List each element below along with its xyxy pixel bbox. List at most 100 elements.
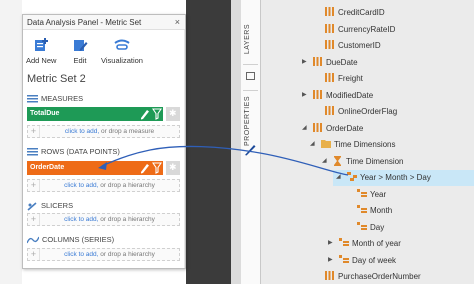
tree-item[interactable]: OnlineOrderFlag: [261, 104, 474, 120]
plus-icon[interactable]: +: [28, 249, 40, 260]
tree-item-label: Month of year: [352, 239, 401, 248]
tree-item-label: Month: [370, 206, 393, 215]
tab-layers[interactable]: LAYERS: [244, 24, 251, 54]
column-icon: [313, 89, 322, 101]
add-new-icon: [35, 38, 48, 51]
plus-icon[interactable]: +: [28, 180, 40, 191]
slicers-add-link[interactable]: click to add,: [64, 216, 98, 223]
tree-item-label: Time Dimension: [346, 156, 404, 166]
pencil-icon[interactable]: [140, 108, 150, 120]
measures-drop-zone[interactable]: + click to add, or drop a measure: [27, 125, 180, 138]
plus-icon[interactable]: +: [28, 126, 40, 137]
add-new-button[interactable]: Add New: [26, 37, 56, 65]
tree-item[interactable]: ◢ Year > Month > Day: [333, 170, 474, 186]
tree-item[interactable]: CustomerID: [261, 38, 474, 54]
tree-item[interactable]: ▶ Day of week: [261, 253, 474, 269]
metric-set-name: Metric Set 2: [27, 73, 86, 85]
row-item-label: OrderDate: [30, 164, 65, 171]
hierarchy-icon: [347, 172, 358, 183]
rows-section-header: ROWS (DATA POINTS): [27, 147, 120, 156]
tree-item[interactable]: CurrencyRateID: [261, 22, 474, 38]
side-tab-strip: LAYERS PROPERTIES: [241, 0, 261, 284]
tree-item[interactable]: ◢ Time Dimension: [261, 154, 474, 170]
row-item-orderdate[interactable]: OrderDate ✱: [27, 161, 180, 175]
expand-arrow-icon[interactable]: ▶: [302, 91, 307, 98]
column-icon: [325, 23, 334, 35]
tree-item-label: Year: [370, 189, 387, 199]
column-icon: [325, 271, 334, 282]
slicers-icon: [27, 201, 37, 211]
tree-item[interactable]: ◢ OrderDate: [261, 121, 474, 137]
collapse-arrow-icon[interactable]: ◢: [336, 173, 341, 180]
tree-item-label: Freight: [338, 74, 363, 83]
tree-item-label: CustomerID: [338, 41, 381, 50]
level-icon: [339, 238, 349, 249]
row-settings-button[interactable]: ✱: [166, 161, 180, 175]
collapse-arrow-icon[interactable]: ◢: [302, 124, 307, 131]
tree-item[interactable]: ▶ ModifiedDate: [261, 88, 474, 104]
visualization-button[interactable]: Visualization: [99, 37, 145, 65]
columns-drop-zone[interactable]: + click to add, or drop a hierarchy: [27, 248, 180, 261]
tree-item[interactable]: ▶ Month of year: [261, 236, 474, 252]
tab-divider: [243, 64, 258, 65]
folder-icon: [321, 139, 331, 150]
column-icon: [325, 7, 334, 18]
tree-item-label: Day of week: [352, 255, 397, 265]
measure-item-totaldue[interactable]: TotalDue ✱: [27, 107, 180, 121]
pencil-icon[interactable]: [244, 143, 257, 156]
filter-icon[interactable]: [152, 162, 162, 174]
filter-icon[interactable]: [152, 108, 162, 120]
panel-scrollbar[interactable]: [184, 30, 185, 268]
tree-item[interactable]: CreditCardID: [261, 5, 474, 21]
tree-item[interactable]: Month: [261, 203, 474, 219]
expand-arrow-icon[interactable]: ▶: [328, 239, 333, 246]
plus-icon[interactable]: +: [28, 214, 40, 225]
collapse-arrow-icon[interactable]: ◢: [310, 140, 315, 147]
measure-settings-button[interactable]: ✱: [166, 107, 180, 121]
field-tree: CreditCardID CurrencyRateID CustomerID ▶ Due…: [261, 0, 474, 284]
close-icon[interactable]: ×: [175, 17, 180, 27]
slicers-drop-text: click to add, or drop a hierarchy: [40, 216, 179, 223]
background-left: [0, 0, 22, 284]
tree-item-label: DueDate: [326, 57, 358, 67]
slicers-drop-hint: or drop a hierarchy: [98, 216, 155, 223]
level-icon: [339, 254, 349, 266]
tree-item[interactable]: ▶ DueDate: [261, 55, 474, 71]
tab-properties[interactable]: PROPERTIES: [244, 96, 251, 146]
edit-label: Edit: [73, 56, 87, 65]
expand-arrow-icon[interactable]: ▶: [302, 58, 307, 65]
canvas-dark-area: [186, 0, 231, 284]
rows-drop-zone[interactable]: + click to add, or drop a hierarchy: [27, 179, 180, 192]
columns-add-link[interactable]: click to add,: [64, 251, 98, 258]
tree-item[interactable]: ◢ Time Dimensions: [261, 137, 474, 153]
expand-arrow-icon[interactable]: ▶: [328, 256, 333, 263]
tree-item[interactable]: Freight: [261, 71, 474, 87]
columns-drop-text: click to add, or drop a hierarchy: [40, 251, 179, 258]
tree-item[interactable]: Year: [261, 187, 474, 203]
rows-drop-text: click to add, or drop a hierarchy: [40, 182, 179, 189]
tree-item-label: Time Dimensions: [334, 140, 396, 149]
slicers-drop-zone[interactable]: + click to add, or drop a hierarchy: [27, 213, 180, 226]
measure-item-label: TotalDue: [30, 110, 60, 117]
tree-item[interactable]: PurchaseOrderNumber: [261, 269, 474, 284]
panel-title: Data Analysis Panel - Metric Set: [27, 18, 142, 27]
pencil-icon[interactable]: [140, 162, 150, 174]
series-icon: [26, 236, 40, 244]
canvas-splitter[interactable]: [231, 0, 241, 284]
rows-drop-hint: or drop a hierarchy: [98, 182, 155, 189]
tree-item[interactable]: Day: [261, 220, 474, 236]
slicers-section-header: SLICERS: [27, 201, 73, 211]
column-icon: [325, 73, 334, 84]
visualization-label: Visualization: [101, 56, 143, 65]
edit-button[interactable]: Edit: [67, 37, 93, 65]
tree-item-label: PurchaseOrderNumber: [338, 272, 421, 281]
monitor-icon[interactable]: [246, 72, 255, 80]
collapse-arrow-icon[interactable]: ◢: [322, 157, 327, 164]
measures-add-link[interactable]: click to add,: [65, 128, 99, 135]
panel-title-bar[interactable]: Data Analysis Panel - Metric Set ×: [23, 15, 185, 30]
measures-drop-hint: or drop a measure: [99, 128, 155, 135]
edit-icon: [74, 40, 88, 51]
rows-add-link[interactable]: click to add,: [64, 182, 98, 189]
tree-item-label: ModifiedDate: [326, 90, 374, 100]
tree-item-label: CreditCardID: [338, 8, 385, 17]
